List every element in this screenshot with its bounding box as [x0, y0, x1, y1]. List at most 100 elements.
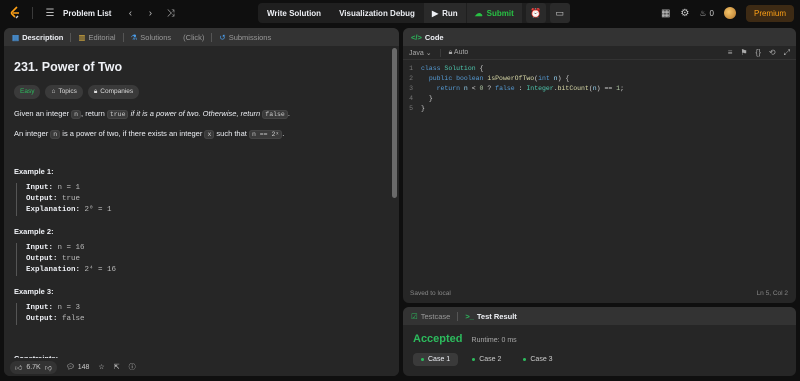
inline-code: n: [71, 109, 82, 119]
thumbs-up-icon: 👍︎: [15, 364, 23, 372]
tab-test-result[interactable]: >_ Test Result: [465, 312, 516, 321]
write-solution-button[interactable]: Write Solution: [258, 3, 330, 23]
code-editor[interactable]: 1 class Solution { 2 public boolean isPow…: [403, 60, 796, 114]
bookmark-icon[interactable]: ⚑: [740, 48, 747, 58]
scrollbar[interactable]: [392, 48, 397, 198]
braces-icon[interactable]: {}: [756, 48, 761, 58]
case-tab[interactable]: Case 1: [413, 353, 459, 366]
case-tab[interactable]: Case 2: [464, 353, 509, 366]
cursor-position: Ln 5, Col 2: [756, 290, 788, 297]
tag-icon: ⌂: [51, 87, 56, 95]
chevron-left-icon[interactable]: ‹: [123, 8, 137, 19]
problem-definition: An integer n is a power of two, if there…: [14, 128, 389, 140]
history-icon: ↺: [219, 32, 226, 42]
description-panel: ▤ Description ▥ Editorial ⚗ Solutions (C…: [4, 28, 399, 376]
tab-testcase[interactable]: ☑ Testcase: [411, 312, 450, 321]
code-panel: </> Code Java ⌄ 🔒︎ Auto ≡ ⚑ {} ⟲ ⤢ 1 clas…: [403, 28, 796, 303]
run-button[interactable]: ▶ Run: [423, 3, 466, 23]
save-status: Saved to local: [410, 290, 451, 297]
pass-dot: [421, 358, 424, 361]
avatar[interactable]: [723, 7, 736, 19]
output-label: Output:: [26, 255, 58, 263]
tab-click[interactable]: (Click): [183, 33, 204, 42]
line-number: 2: [409, 75, 413, 82]
divider: [457, 311, 459, 321]
expand-icon[interactable]: ⤢: [784, 48, 790, 58]
code-line: 2 public boolean isPowerOfTwo(int n) {: [403, 74, 796, 84]
case-tabs: Case 1 Case 2 Case 3: [413, 353, 786, 366]
inline-code: true: [106, 109, 129, 119]
problem-list-link[interactable]: Problem List: [63, 9, 111, 18]
example-block: Input: n = 3 Output: false: [16, 303, 389, 325]
chevron-down-icon: ⌄: [425, 49, 432, 57]
cloud-upload-icon: ☁: [474, 8, 483, 18]
gear-icon[interactable]: ⚙: [680, 8, 689, 19]
note-icon[interactable]: ▭: [549, 3, 570, 23]
reset-icon[interactable]: ⟲: [769, 48, 776, 58]
topics-label: Topics: [58, 87, 77, 95]
star-icon[interactable]: ☆: [98, 363, 104, 371]
problem-description: 231. Power of Two Easy ⌂ Topics 🔒︎ Compa…: [4, 46, 399, 374]
language-select[interactable]: Java ⌄: [409, 49, 432, 57]
output-value: false: [62, 314, 85, 323]
line-5-code: }: [421, 105, 425, 112]
explanation-value: 2⁴ = 16: [84, 265, 117, 274]
line-number: 3: [409, 85, 413, 92]
example-block: Input: n = 1 Output: true Explanation: 2…: [16, 183, 389, 216]
book-icon: ▥: [78, 32, 86, 42]
streak-counter[interactable]: ♨ 0: [699, 9, 714, 18]
difficulty-badge[interactable]: Easy: [14, 84, 41, 99]
input-value: n = 16: [57, 244, 85, 253]
layout-grid-icon[interactable]: ▦: [661, 8, 670, 19]
input-label: Input:: [26, 184, 54, 193]
input-label: Input:: [26, 244, 54, 253]
text: , return: [81, 108, 107, 118]
tab-description[interactable]: ▤ Description: [12, 33, 63, 42]
visualization-debug-button[interactable]: Visualization Debug: [330, 3, 424, 23]
comment-count: 148: [77, 363, 90, 371]
tab-code[interactable]: </> Code: [411, 33, 444, 42]
line-number: 1: [409, 65, 413, 72]
code-tab-bar: </> Code: [403, 28, 796, 46]
case-tab[interactable]: Case 3: [515, 353, 560, 366]
like-button[interactable]: 👍︎ 6.7K 👎︎: [10, 360, 57, 374]
text: An integer: [14, 129, 51, 139]
companies-tag[interactable]: 🔒︎ Companies: [87, 84, 140, 99]
format-icon[interactable]: ≡: [728, 48, 733, 58]
topics-tag[interactable]: ⌂ Topics: [45, 84, 83, 99]
shuffle-icon[interactable]: ⤨: [163, 8, 177, 19]
submit-label: Submit: [486, 8, 514, 18]
submit-button[interactable]: ☁ Submit: [466, 3, 522, 23]
problem-statement: Given an integer n, return true if it is…: [14, 108, 389, 120]
tab-editorial-label: Editorial: [88, 32, 116, 42]
text: is a power of two, if there exists an in…: [60, 129, 205, 139]
divider: [211, 32, 213, 42]
leetcode-logo[interactable]: [8, 6, 22, 20]
input-value: n = 3: [57, 304, 81, 312]
line-2-code: public boolean isPowerOfTwo(int n) {: [428, 75, 570, 82]
top-navbar: ☰ Problem List ‹ › ⤨ Write Solution Visu…: [0, 0, 800, 26]
alarm-icon[interactable]: ⏰: [525, 3, 546, 23]
premium-button[interactable]: Premium: [745, 4, 794, 22]
inline-code: n: [50, 130, 61, 140]
list-icon[interactable]: ☰: [43, 8, 57, 19]
fire-icon: ♨: [699, 8, 707, 18]
tab-submissions[interactable]: ↺ Submissions: [219, 33, 271, 42]
help-icon[interactable]: ⓘ: [129, 362, 136, 372]
share-icon[interactable]: ⇱: [114, 363, 120, 371]
divider: [32, 7, 33, 19]
tab-click-label: (Click): [183, 32, 205, 42]
example-title: Example 2:: [14, 226, 54, 236]
case-label: Case 2: [479, 356, 502, 363]
chevron-right-icon[interactable]: ›: [143, 8, 157, 19]
text: such that: [214, 129, 249, 139]
auto-mode-toggle[interactable]: 🔒︎ Auto: [449, 49, 469, 57]
tab-solutions[interactable]: ⚗ Solutions: [131, 33, 172, 42]
divider: [122, 32, 124, 42]
editor-actions: ≡ ⚑ {} ⟲ ⤢: [728, 48, 790, 58]
runtime-text: Runtime: 0 ms: [471, 337, 517, 344]
comment-button[interactable]: 💬︎ 148: [66, 363, 90, 372]
result-panel: ☑ Testcase >_ Test Result Accepted Runti…: [403, 307, 796, 376]
tab-editorial[interactable]: ▥ Editorial: [78, 33, 115, 42]
tab-test-result-label: Test Result: [476, 311, 517, 321]
